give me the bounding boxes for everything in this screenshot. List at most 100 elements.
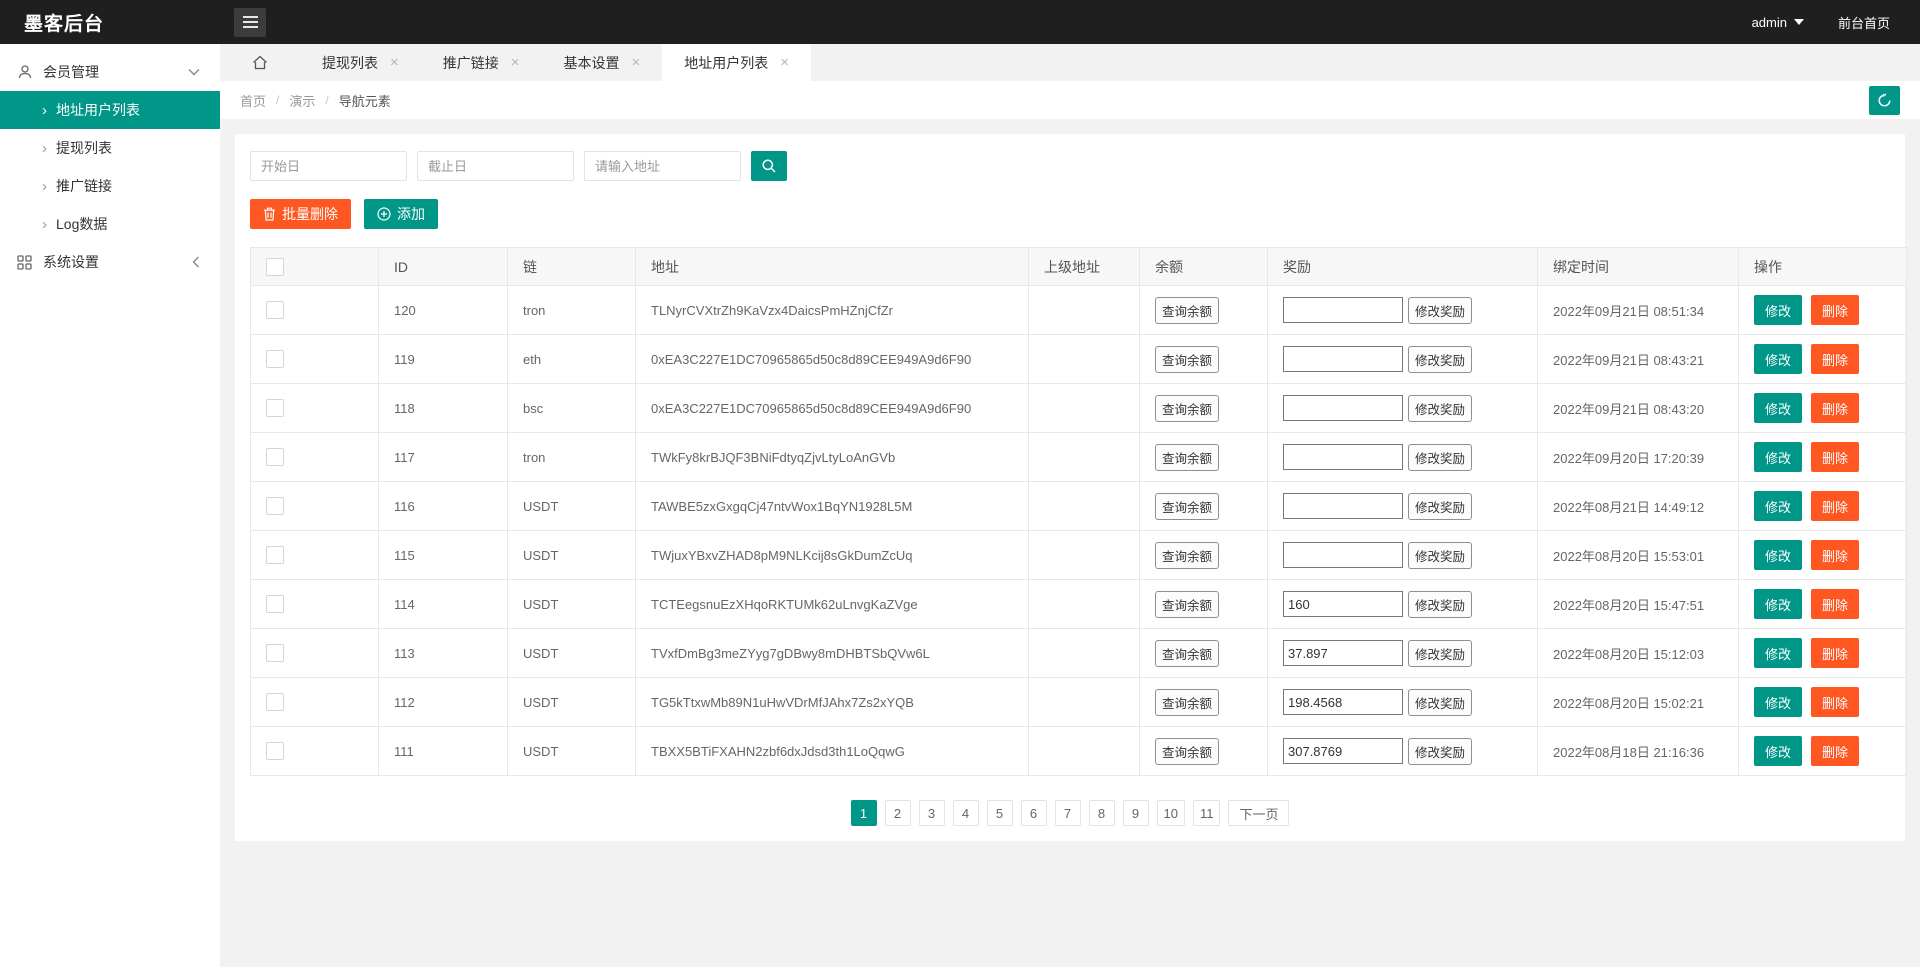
end-date-input[interactable] [417, 151, 574, 181]
close-icon[interactable]: × [511, 54, 520, 71]
breadcrumb-home[interactable]: 首页 [240, 91, 266, 110]
close-icon[interactable]: × [632, 54, 641, 71]
update-reward-button[interactable]: 修改奖励 [1408, 738, 1472, 765]
sidebar-group-system-settings[interactable]: 系统设置 [0, 243, 220, 281]
update-reward-button[interactable]: 修改奖励 [1408, 444, 1472, 471]
reward-input[interactable] [1283, 738, 1403, 764]
check-balance-button[interactable]: 查询余额 [1155, 640, 1219, 667]
search-button[interactable] [751, 151, 787, 181]
batch-delete-button[interactable]: 批量删除 [250, 199, 351, 229]
page-button[interactable]: 6 [1021, 800, 1047, 826]
page-button[interactable]: 11 [1193, 800, 1221, 826]
row-checkbox[interactable] [266, 595, 284, 613]
edit-button[interactable]: 修改 [1754, 295, 1802, 325]
update-reward-button[interactable]: 修改奖励 [1408, 493, 1472, 520]
delete-button[interactable]: 删除 [1811, 491, 1859, 521]
start-date-input[interactable] [250, 151, 407, 181]
delete-button[interactable]: 删除 [1811, 589, 1859, 619]
tab[interactable]: 提现列表 × [300, 44, 421, 81]
tab[interactable]: 基本设置 × [542, 44, 663, 81]
select-all-checkbox[interactable] [266, 258, 284, 276]
add-button[interactable]: 添加 [364, 199, 438, 229]
close-icon[interactable]: × [780, 54, 789, 71]
row-checkbox[interactable] [266, 693, 284, 711]
reward-input[interactable] [1283, 640, 1403, 666]
close-icon[interactable]: × [390, 54, 399, 71]
delete-button[interactable]: 删除 [1811, 736, 1859, 766]
row-checkbox[interactable] [266, 350, 284, 368]
page-button[interactable]: 3 [919, 800, 945, 826]
edit-button[interactable]: 修改 [1754, 393, 1802, 423]
check-balance-button[interactable]: 查询余额 [1155, 444, 1219, 471]
tab[interactable]: 地址用户列表 × [662, 44, 811, 81]
check-balance-button[interactable]: 查询余额 [1155, 689, 1219, 716]
update-reward-button[interactable]: 修改奖励 [1408, 346, 1472, 373]
delete-button[interactable]: 删除 [1811, 442, 1859, 472]
admin-menu[interactable]: admin [1752, 15, 1804, 30]
reward-input[interactable] [1283, 297, 1403, 323]
edit-button[interactable]: 修改 [1754, 344, 1802, 374]
edit-button[interactable]: 修改 [1754, 736, 1802, 766]
edit-button[interactable]: 修改 [1754, 638, 1802, 668]
row-checkbox[interactable] [266, 301, 284, 319]
reward-input[interactable] [1283, 395, 1403, 421]
page-button[interactable]: 2 [885, 800, 911, 826]
row-checkbox[interactable] [266, 497, 284, 515]
delete-button[interactable]: 删除 [1811, 393, 1859, 423]
reward-input[interactable] [1283, 444, 1403, 470]
edit-button[interactable]: 修改 [1754, 540, 1802, 570]
page-button[interactable]: 7 [1055, 800, 1081, 826]
update-reward-button[interactable]: 修改奖励 [1408, 591, 1472, 618]
sidebar-item[interactable]: › 地址用户列表 [0, 91, 220, 129]
update-reward-button[interactable]: 修改奖励 [1408, 297, 1472, 324]
row-checkbox[interactable] [266, 644, 284, 662]
update-reward-button[interactable]: 修改奖励 [1408, 640, 1472, 667]
front-home-link[interactable]: 前台首页 [1838, 13, 1890, 32]
edit-button[interactable]: 修改 [1754, 687, 1802, 717]
delete-button[interactable]: 删除 [1811, 687, 1859, 717]
sidebar-group-member-management[interactable]: 会员管理 [0, 53, 220, 91]
check-balance-button[interactable]: 查询余额 [1155, 591, 1219, 618]
edit-button[interactable]: 修改 [1754, 491, 1802, 521]
hamburger-button[interactable] [234, 8, 266, 37]
reward-input[interactable] [1283, 689, 1403, 715]
check-balance-button[interactable]: 查询余额 [1155, 395, 1219, 422]
check-balance-button[interactable]: 查询余额 [1155, 493, 1219, 520]
page-button[interactable]: 8 [1089, 800, 1115, 826]
sidebar-item[interactable]: › Log数据 [0, 205, 220, 243]
row-checkbox[interactable] [266, 399, 284, 417]
next-page-button[interactable]: 下一页 [1228, 800, 1289, 826]
tab-home[interactable] [220, 44, 300, 81]
refresh-button[interactable] [1869, 86, 1900, 115]
update-reward-button[interactable]: 修改奖励 [1408, 395, 1472, 422]
check-balance-button[interactable]: 查询余额 [1155, 738, 1219, 765]
check-balance-button[interactable]: 查询余额 [1155, 297, 1219, 324]
page-button[interactable]: 10 [1157, 800, 1185, 826]
check-balance-button[interactable]: 查询余额 [1155, 542, 1219, 569]
update-reward-button[interactable]: 修改奖励 [1408, 542, 1472, 569]
delete-button[interactable]: 删除 [1811, 344, 1859, 374]
reward-input[interactable] [1283, 591, 1403, 617]
delete-button[interactable]: 删除 [1811, 295, 1859, 325]
check-balance-button[interactable]: 查询余额 [1155, 346, 1219, 373]
tab[interactable]: 推广链接 × [421, 44, 542, 81]
row-checkbox[interactable] [266, 448, 284, 466]
delete-button[interactable]: 删除 [1811, 540, 1859, 570]
delete-button[interactable]: 删除 [1811, 638, 1859, 668]
breadcrumb-section[interactable]: 演示 [289, 91, 315, 110]
page-button[interactable]: 9 [1123, 800, 1149, 826]
reward-input[interactable] [1283, 346, 1403, 372]
edit-button[interactable]: 修改 [1754, 589, 1802, 619]
page-button[interactable]: 5 [987, 800, 1013, 826]
page-button[interactable]: 1 [851, 800, 877, 826]
sidebar-item[interactable]: › 提现列表 [0, 129, 220, 167]
reward-input[interactable] [1283, 542, 1403, 568]
address-input[interactable] [584, 151, 741, 181]
row-checkbox[interactable] [266, 742, 284, 760]
row-checkbox[interactable] [266, 546, 284, 564]
page-button[interactable]: 4 [953, 800, 979, 826]
edit-button[interactable]: 修改 [1754, 442, 1802, 472]
reward-input[interactable] [1283, 493, 1403, 519]
update-reward-button[interactable]: 修改奖励 [1408, 689, 1472, 716]
sidebar-item[interactable]: › 推广链接 [0, 167, 220, 205]
